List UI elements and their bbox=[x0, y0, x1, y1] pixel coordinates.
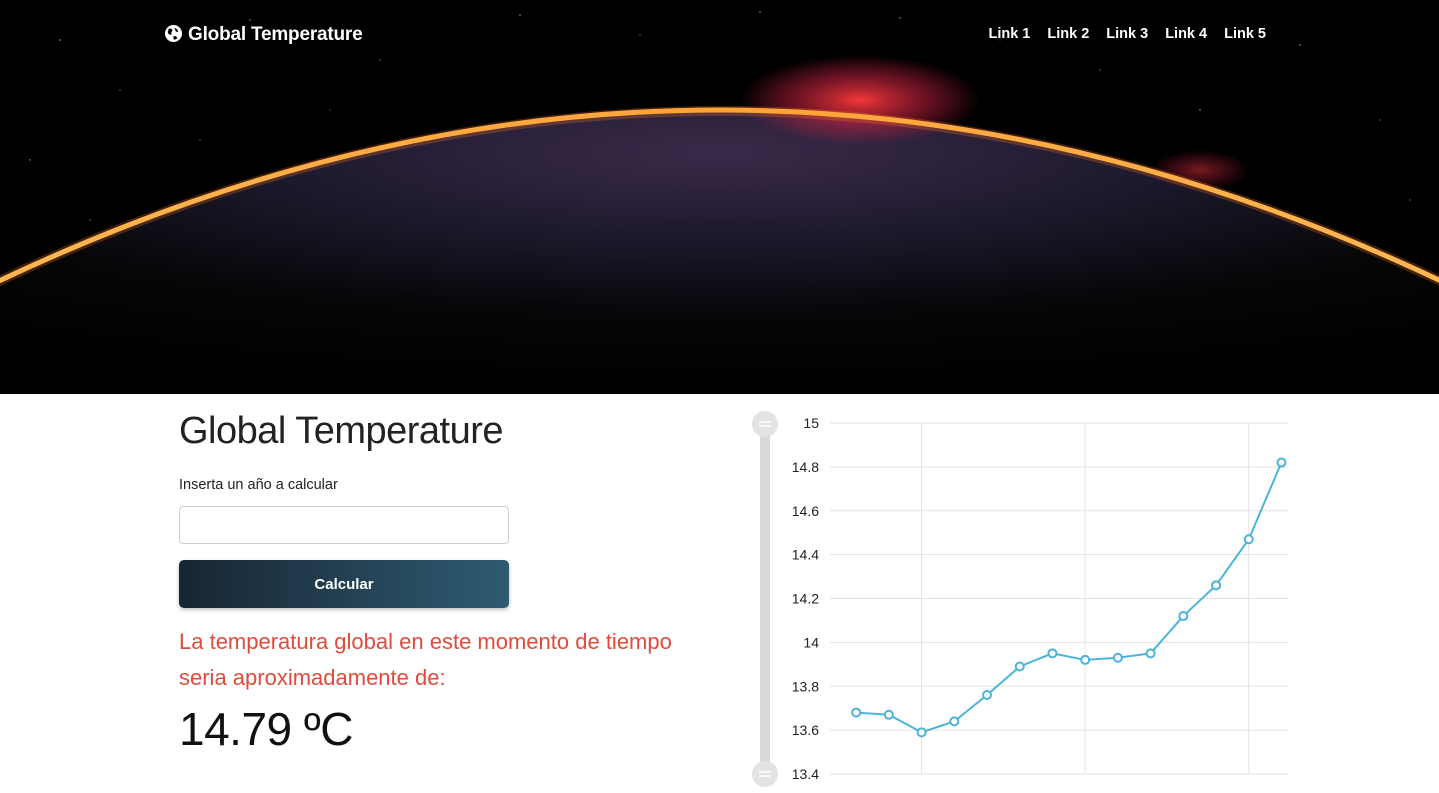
top-nav: Link 1 Link 2 Link 3 Link 4 Link 5 bbox=[988, 26, 1266, 42]
y-tick-label: 14.8 bbox=[792, 459, 819, 475]
result-value: 14.79 ºC bbox=[179, 703, 353, 755]
nav-link-4[interactable]: Link 4 bbox=[1165, 26, 1207, 42]
nav-link-5[interactable]: Link 5 bbox=[1224, 26, 1266, 42]
hero-banner: Global Temperature Link 1 Link 2 Link 3 … bbox=[0, 0, 1439, 394]
data-point[interactable] bbox=[916, 727, 927, 738]
nav-link-2[interactable]: Link 2 bbox=[1047, 26, 1089, 42]
data-point[interactable] bbox=[1178, 611, 1189, 622]
y-tick-label: 13.8 bbox=[792, 678, 819, 694]
result-description: La temperatura global en este momento de… bbox=[179, 629, 672, 690]
temperature-chart: 15 14.8 14.6 14.4 14.2 14 13.8 13.6 13.4 bbox=[740, 405, 1300, 788]
page-title: Global Temperature bbox=[179, 410, 504, 452]
y-tick-label: 14.2 bbox=[792, 591, 819, 607]
data-point[interactable] bbox=[1211, 580, 1222, 591]
range-slider-handle-top[interactable] bbox=[752, 411, 778, 437]
data-point[interactable] bbox=[1276, 457, 1287, 468]
data-point[interactable] bbox=[851, 707, 862, 718]
range-slider-track[interactable] bbox=[760, 417, 770, 777]
y-tick-label: 13.4 bbox=[792, 766, 819, 782]
range-slider-handle-bottom[interactable] bbox=[752, 761, 778, 787]
year-input[interactable] bbox=[179, 506, 509, 544]
data-point[interactable] bbox=[949, 716, 960, 727]
y-tick-label: 13.6 bbox=[792, 722, 819, 738]
year-input-label: Inserta un año a calcular bbox=[179, 477, 338, 493]
earth-horizon-image bbox=[0, 11, 1439, 394]
brand-logo[interactable]: Global Temperature bbox=[164, 24, 363, 46]
temperature-chart-svg: 15 14.8 14.6 14.4 14.2 14 13.8 13.6 13.4 bbox=[752, 411, 1288, 787]
nav-link-3[interactable]: Link 3 bbox=[1106, 26, 1148, 42]
globe-icon bbox=[164, 24, 183, 45]
data-point[interactable] bbox=[1014, 661, 1025, 672]
data-point[interactable] bbox=[1112, 652, 1123, 663]
calculate-button[interactable]: Calcular bbox=[179, 560, 509, 608]
data-point[interactable] bbox=[1243, 534, 1254, 545]
data-point[interactable] bbox=[1080, 654, 1091, 665]
y-tick-label: 14 bbox=[803, 634, 819, 650]
y-tick-label: 15 bbox=[803, 415, 819, 431]
data-point[interactable] bbox=[883, 709, 894, 720]
y-tick-label: 14.4 bbox=[792, 547, 819, 563]
series-line bbox=[856, 462, 1283, 734]
brand-title: Global Temperature bbox=[188, 24, 363, 45]
data-point[interactable] bbox=[1145, 648, 1156, 659]
nav-link-1[interactable]: Link 1 bbox=[988, 26, 1030, 42]
data-point[interactable] bbox=[982, 690, 993, 701]
data-point[interactable] bbox=[1047, 648, 1058, 659]
y-tick-label: 14.6 bbox=[792, 503, 819, 519]
